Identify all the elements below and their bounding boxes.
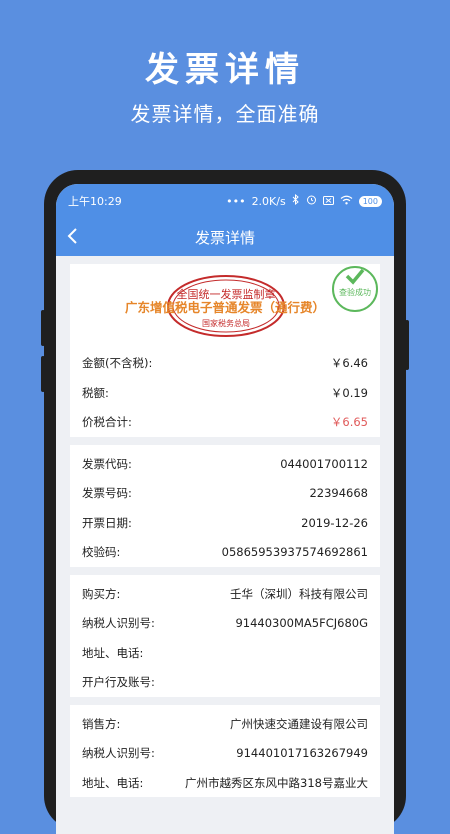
sim-icon [322,195,334,208]
row-value: 22394668 [309,486,368,500]
row-buyer-bank: 开户行及账号: [70,667,380,697]
seller-section: 销售方: 广州快速交通建设有限公司 纳税人识别号: 9144010171632679… [70,704,380,798]
status-dots: ••• [226,194,246,208]
row-label: 发票号码: [82,486,132,500]
row-label: 销售方: [82,716,121,731]
row-label: 地址、电话: [82,645,144,660]
verified-label: 查验成功 [339,288,371,297]
chevron-left-icon [67,228,77,244]
row-seller-tax-id: 纳税人识别号: 914401017163267949 [70,738,380,768]
bluetooth-icon [292,193,300,208]
row-label: 价税合计: [82,415,132,429]
alarm-icon [306,194,317,208]
invoice-info-section: 发票代码: 044001700112 发票号码: 22394668 开票日期: 201… [70,444,380,575]
row-buyer-address: 地址、电话: [70,638,380,668]
hero-title: 发票详情 [145,50,305,90]
row-seller-address: 地址、电话: 广州市越秀区东风中路318号嘉业大 [70,768,380,798]
invoice-detail: 全国统一发票监制章 国家税务总局 广东增值税电子普通发票（通行费） 查验成功 金… [56,256,394,797]
status-bar: 上午10:29 ••• 2.0K/s 100 [56,184,394,218]
row-seller: 销售方: 广州快速交通建设有限公司 [70,709,380,739]
row-label: 开票日期: [82,515,132,530]
row-label: 税额: [82,385,109,400]
network-speed: 2.0K/s [251,194,286,208]
row-buyer: 购买方: 壬华（深圳）科技有限公司 [70,579,380,609]
app-screen: 上午10:29 ••• 2.0K/s 100 发票详情 全国统一发票监制章 国家… [56,184,394,834]
total-value: ￥6.65 [330,415,368,429]
phone-frame: 上午10:29 ••• 2.0K/s 100 发票详情 全国统一发票监制章 国家… [41,170,409,834]
invoice-header: 全国统一发票监制章 国家税务总局 广东增值税电子普通发票（通行费） 查验成功 [70,264,380,344]
row-label: 金额(不含税): [82,356,153,370]
row-label: 开户行及账号: [82,675,155,689]
row-invoice-code: 发票代码: 044001700112 [70,449,380,479]
row-value: 914401017163267949 [236,746,368,760]
row-total: 价税合计: ￥6.65 [70,407,380,437]
row-label: 纳税人识别号: [82,616,155,630]
row-check-code: 校验码: 05865953937574692861 [70,537,380,567]
row-value: 2019-12-26 [301,515,368,530]
page-title: 发票详情 [194,228,255,247]
buyer-section: 购买方: 壬华（深圳）科技有限公司 纳税人识别号: 91440300MA5FCJ68… [70,574,380,705]
hero-subtitle: 发票详情，全面准确 [130,102,320,126]
row-issue-date: 开票日期: 2019-12-26 [70,508,380,538]
battery-indicator: 100 [358,195,382,207]
row-label: 购买方: [82,586,121,601]
row-value: 壬华（深圳）科技有限公司 [230,586,368,601]
nav-bar: 发票详情 [56,218,394,256]
row-amount-excl-tax: 金额(不含税): ￥6.46 [70,348,380,378]
row-value: ￥0.19 [330,385,368,400]
amount-section: 金额(不含税): ￥6.46 税额: ￥0.19 价税合计: ￥6.65 [70,344,380,445]
row-buyer-tax-id: 纳税人识别号: 91440300MA5FCJ680G [70,608,380,638]
row-tax: 税额: ￥0.19 [70,378,380,408]
back-button[interactable] [66,226,86,248]
row-invoice-number: 发票号码: 22394668 [70,478,380,508]
row-value: 05865953937574692861 [221,545,368,559]
row-value: 广州市越秀区东风中路318号嘉业大 [185,775,368,790]
row-label: 地址、电话: [82,775,144,790]
row-label: 校验码: [82,545,121,559]
stamp-bottom-text: 国家税务总局 [202,319,250,328]
row-value: 044001700112 [280,456,368,471]
row-value: 91440300MA5FCJ680G [235,616,368,630]
row-value: 广州快速交通建设有限公司 [230,716,368,731]
status-time: 上午10:29 [68,195,122,208]
wifi-icon [340,195,353,208]
row-label: 发票代码: [82,456,132,471]
row-label: 纳税人识别号: [82,746,155,760]
verified-badge: 查验成功 [330,264,380,314]
row-value: ￥6.46 [330,356,368,370]
